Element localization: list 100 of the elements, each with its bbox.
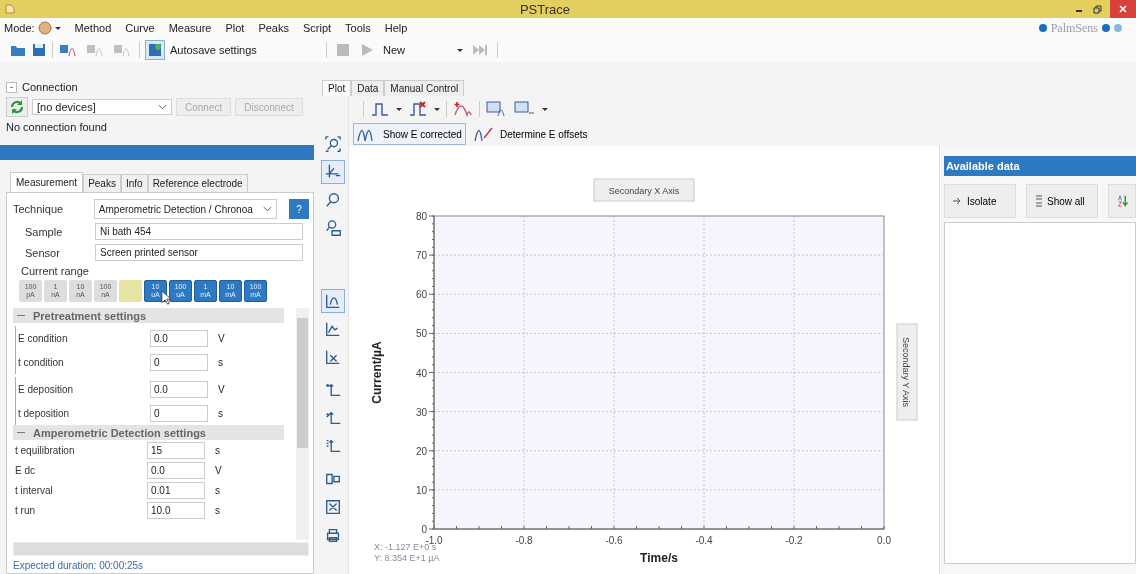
input-field[interactable]: 0 (150, 404, 208, 422)
printer-icon (324, 526, 342, 544)
section-header[interactable]: Pretreatment settings (13, 308, 284, 323)
technique-dropdown[interactable]: Amperometric Detection / Chronoa (93, 199, 278, 219)
sort-icon (1117, 193, 1129, 209)
device-dropdown[interactable]: [no devices] (32, 99, 172, 115)
mode-dropdown[interactable] (36, 20, 61, 36)
caret-icon (457, 47, 463, 53)
menu-item[interactable]: Help (384, 22, 408, 34)
tab[interactable]: Peaks (83, 174, 121, 192)
tab[interactable]: Info (120, 174, 148, 192)
secondary-x-axis-button[interactable]: Secondary X Axis (593, 178, 695, 202)
tick-label: 40 (415, 367, 427, 379)
app-icon (4, 3, 16, 15)
cursor-readout: Y: 8.354 E+1 µA (374, 553, 440, 563)
chevron-icon (158, 104, 167, 110)
zoom-fit-icon (324, 135, 342, 153)
tick-label: 10 (415, 484, 427, 496)
menu-item[interactable]: Measure (168, 22, 212, 34)
input-field[interactable]: 0.01 (147, 481, 205, 499)
menu-item[interactable]: Script (302, 22, 332, 34)
axis-icon (324, 409, 342, 427)
tab[interactable]: Data (351, 80, 385, 96)
window-curve-icon[interactable] (514, 101, 536, 117)
tick-label: 0 (421, 524, 427, 535)
determine-e-offsets-button[interactable]: Determine E offsets (469, 123, 592, 145)
caret-icon[interactable] (542, 106, 548, 112)
tool-button[interactable] (321, 160, 345, 184)
tick-label: -0.6 (605, 535, 623, 546)
tick-label: 50 (415, 328, 427, 340)
cursor-icon (161, 290, 171, 305)
tick-label: -0.2 (785, 535, 803, 546)
unit-label: s (215, 484, 220, 496)
unit-label: s (215, 504, 220, 516)
input-field[interactable]: 15 (147, 441, 205, 459)
lines-icon (1035, 194, 1043, 208)
peak-add-icon[interactable] (453, 101, 473, 117)
input-field[interactable]: 0.0 (147, 461, 205, 479)
menu-item[interactable]: Tools (345, 22, 371, 34)
tab[interactable]: Manual Control (384, 80, 465, 96)
peak-remove-icon[interactable] (408, 101, 428, 117)
input-field[interactable]: Ni bath 454 (95, 223, 303, 240)
logo-dot (1102, 24, 1110, 32)
chevron-icon (263, 206, 273, 212)
input-field[interactable]: Screen printed sensor (95, 244, 303, 261)
unit-label: s (218, 356, 223, 368)
logo-dot (1114, 24, 1122, 32)
menu-item[interactable]: Plot (225, 22, 245, 34)
parameter-label: E condition (18, 332, 69, 344)
connection-status: No connection found (6, 121, 108, 133)
section-header[interactable]: Amperometric Detection settings (13, 425, 284, 440)
save-icon[interactable] (31, 42, 47, 58)
peak-icon[interactable] (370, 101, 390, 117)
collapse-button[interactable]: - (6, 81, 17, 93)
caret-icon[interactable] (434, 106, 440, 112)
menu-item[interactable]: Curve (125, 22, 155, 34)
restore-icon[interactable] (1092, 4, 1102, 14)
arrow-icon (953, 197, 963, 205)
autosave-label: Autosave settings (170, 44, 257, 56)
unit-label: V (218, 332, 225, 344)
peak-line-icon (473, 126, 496, 142)
show-all-button[interactable]: Show all (1026, 184, 1098, 218)
show-e-corrected-button[interactable]: Show E corrected (353, 123, 466, 145)
window-title: PSTrace (518, 1, 572, 17)
refresh-button[interactable] (6, 97, 28, 117)
secondary-y-axis-button[interactable]: Secondary Y Axis (896, 323, 918, 421)
input-field[interactable]: 0 (150, 353, 208, 371)
menu-item[interactable]: Method (74, 22, 112, 34)
scrollbar[interactable] (296, 308, 309, 540)
axis-title: Time/s (640, 551, 678, 565)
expected-duration: Expected duration: 00:00:25s (13, 560, 145, 573)
tick-label: -0.4 (695, 535, 713, 546)
tick-label: 60 (415, 289, 427, 301)
scrollbar[interactable] (13, 542, 309, 556)
tick-label: 0.0 (877, 535, 891, 546)
zoom-rect-icon (324, 219, 342, 237)
field-label: Sample (24, 225, 64, 238)
mode-label: Mode: (4, 22, 35, 34)
method-dropdown[interactable]: New (383, 44, 463, 56)
parameter-label: E dc (15, 464, 36, 476)
autosave-toggle[interactable] (145, 40, 165, 60)
help-button[interactable]: ? (289, 199, 309, 219)
menu-item[interactable]: Peaks (258, 22, 289, 34)
close-button[interactable] (1110, 0, 1136, 18)
input-field[interactable]: 0.0 (150, 329, 208, 347)
input-field[interactable]: 0.0 (150, 380, 208, 398)
isolate-button[interactable]: Isolate (944, 184, 1016, 218)
caret-icon[interactable] (396, 106, 402, 112)
axis-icon (324, 381, 342, 399)
sort-button[interactable] (1108, 184, 1136, 218)
logo: PalmSens (1050, 20, 1098, 36)
tab[interactable]: Plot (322, 80, 352, 96)
section-title: Connection (22, 81, 78, 93)
input-field[interactable]: 10.0 (147, 501, 205, 519)
parameter-label: t run (15, 504, 36, 516)
window-curve-icon[interactable] (486, 101, 508, 117)
tab[interactable]: Reference electrode (147, 174, 248, 192)
tool-button[interactable] (321, 289, 345, 313)
tab[interactable]: Measurement (10, 172, 84, 192)
search-icon (324, 191, 342, 209)
